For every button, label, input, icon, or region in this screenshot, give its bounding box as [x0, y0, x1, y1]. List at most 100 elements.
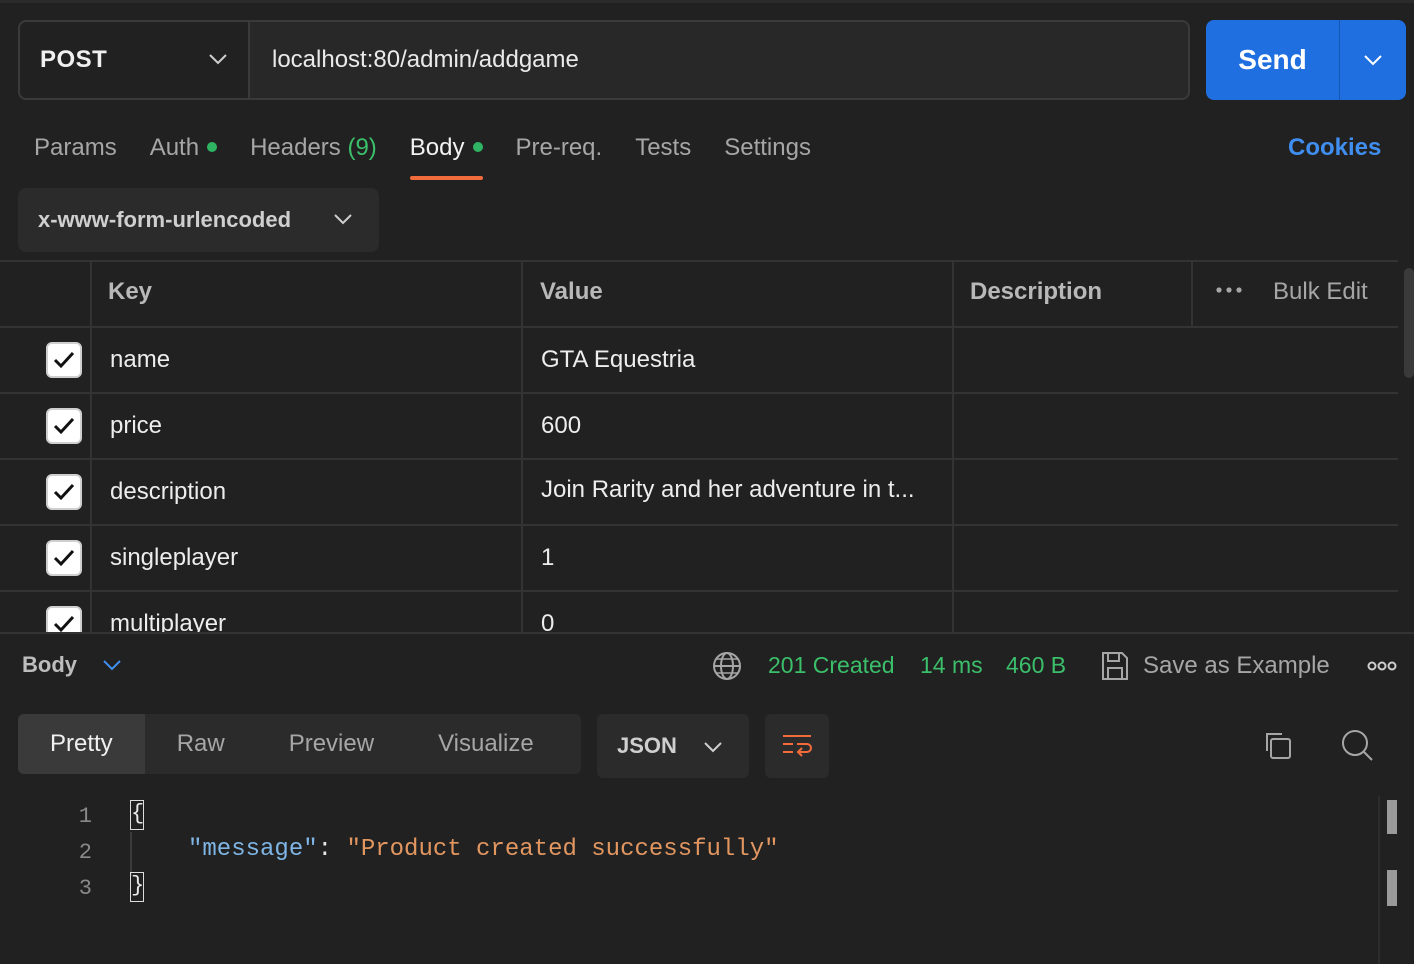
column-header-key: Key — [108, 278, 153, 305]
chevron-down-icon — [209, 54, 227, 65]
checkmark-icon — [53, 417, 75, 435]
tab-tests-label: Tests — [635, 134, 692, 161]
tab-auth[interactable]: Auth — [149, 130, 218, 180]
tab-body[interactable]: Body — [409, 130, 483, 180]
body-indicator-dot — [472, 141, 483, 152]
auth-indicator-dot — [207, 141, 218, 152]
table-divider — [0, 392, 1398, 394]
response-time[interactable]: 14 ms — [920, 652, 983, 679]
headers-count: (9) — [347, 134, 377, 161]
tab-settings[interactable]: Settings — [724, 130, 811, 180]
row-key[interactable]: singleplayer — [110, 544, 238, 572]
wrap-icon — [783, 735, 812, 757]
row-checkbox[interactable] — [46, 342, 82, 378]
tab-headers-label: Headers — [250, 134, 341, 161]
row-key[interactable]: multiplayer — [110, 610, 226, 634]
bulk-edit-button[interactable]: Bulk Edit — [1273, 278, 1368, 306]
save-as-example-button[interactable]: Save as Example — [1143, 652, 1330, 680]
column-header-description: Description — [970, 278, 1103, 305]
open-brace: { — [130, 800, 144, 830]
code-scroll-marker — [1387, 870, 1397, 906]
row-checkbox[interactable] — [46, 606, 82, 634]
line-number: 2 — [78, 840, 92, 865]
column-divider — [90, 260, 92, 634]
table-scrollbar[interactable] — [1404, 268, 1414, 378]
row-key[interactable]: price — [110, 412, 162, 440]
row-value[interactable]: 0 — [541, 610, 554, 634]
save-icon[interactable] — [1100, 650, 1130, 682]
row-value[interactable]: 600 — [541, 412, 581, 440]
send-options-button[interactable] — [1340, 20, 1406, 100]
method-label: POST — [40, 46, 108, 73]
line-number: 3 — [78, 876, 92, 901]
tab-auth-label: Auth — [149, 134, 200, 161]
line-number: 1 — [78, 804, 92, 829]
chevron-down-icon[interactable] — [102, 658, 122, 672]
tab-preview[interactable]: Preview — [257, 714, 406, 774]
wrap-lines-button[interactable] — [765, 714, 829, 778]
row-value[interactable]: Join Rarity and her adventure in t... — [541, 476, 915, 504]
tab-visualize[interactable]: Visualize — [406, 714, 566, 774]
table-divider — [0, 524, 1398, 526]
tab-body-label: Body — [409, 134, 465, 161]
response-size[interactable]: 460 B — [1006, 652, 1066, 679]
response-format-select[interactable]: JSON — [597, 714, 749, 778]
response-code-view[interactable]: 1 2 3 { "message": "Product created succ… — [0, 796, 1380, 964]
response-body-label[interactable]: Body — [22, 652, 77, 678]
code-scroll-marker — [1387, 800, 1397, 834]
body-type-label: x-www-form-urlencoded — [38, 207, 292, 232]
tab-tests[interactable]: Tests — [635, 130, 691, 180]
json-colon: : — [317, 836, 347, 863]
row-value[interactable]: 1 — [541, 544, 554, 572]
method-select[interactable]: POST — [18, 20, 250, 100]
column-header-value: Value — [540, 278, 603, 305]
chevron-down-icon — [334, 214, 352, 225]
tab-prereq[interactable]: Pre-req. — [516, 130, 603, 180]
json-line: "message": "Product created successfully… — [188, 836, 779, 863]
table-divider — [0, 326, 1398, 328]
send-button[interactable]: Send — [1206, 20, 1340, 100]
code-scrollbar-track[interactable] — [1378, 796, 1380, 964]
chevron-down-icon — [1364, 55, 1382, 66]
row-checkbox[interactable] — [46, 474, 82, 510]
close-brace: } — [130, 872, 144, 902]
body-type-select[interactable]: x-www-form-urlencoded — [18, 188, 379, 252]
checkmark-icon — [53, 615, 75, 633]
tab-params[interactable]: Params — [34, 130, 117, 180]
indent-guide — [130, 832, 132, 876]
json-string-value: "Product created successfully" — [346, 836, 779, 863]
send-button-group: Send — [1206, 20, 1406, 100]
row-checkbox[interactable] — [46, 540, 82, 576]
table-divider — [0, 458, 1398, 460]
column-divider — [521, 260, 523, 634]
row-value[interactable]: GTA Equestria — [541, 346, 695, 374]
row-key[interactable]: description — [110, 478, 226, 506]
chevron-down-icon — [704, 742, 722, 753]
cookies-link[interactable]: Cookies — [1288, 130, 1381, 166]
copy-icon[interactable] — [1262, 730, 1294, 762]
search-icon[interactable] — [1340, 728, 1374, 762]
row-checkbox[interactable] — [46, 408, 82, 444]
json-key: "message" — [188, 836, 318, 863]
response-format-label: JSON — [617, 733, 677, 758]
table-divider — [0, 590, 1398, 592]
globe-icon[interactable] — [712, 651, 742, 681]
column-divider — [952, 260, 954, 634]
response-status[interactable]: 201 Created — [768, 652, 895, 679]
form-params-table: Key Value Description Bulk Edit name GTA… — [0, 260, 1400, 634]
url-input[interactable]: localhost:80/admin/addgame — [248, 20, 1190, 100]
row-key[interactable]: name — [110, 346, 170, 374]
checkmark-icon — [53, 351, 75, 369]
more-icon[interactable] — [1215, 284, 1243, 296]
tab-settings-label: Settings — [724, 134, 811, 161]
tab-params-label: Params — [34, 134, 117, 161]
tab-prereq-label: Pre-req. — [515, 134, 603, 161]
tab-headers[interactable]: Headers (9) — [250, 130, 377, 180]
tab-pretty[interactable]: Pretty — [18, 714, 145, 774]
response-divider — [0, 632, 1414, 634]
top-border — [0, 0, 1414, 3]
tab-raw[interactable]: Raw — [145, 714, 257, 774]
checkmark-icon — [53, 549, 75, 567]
more-icon[interactable] — [1367, 660, 1397, 672]
checkmark-icon — [53, 483, 75, 501]
